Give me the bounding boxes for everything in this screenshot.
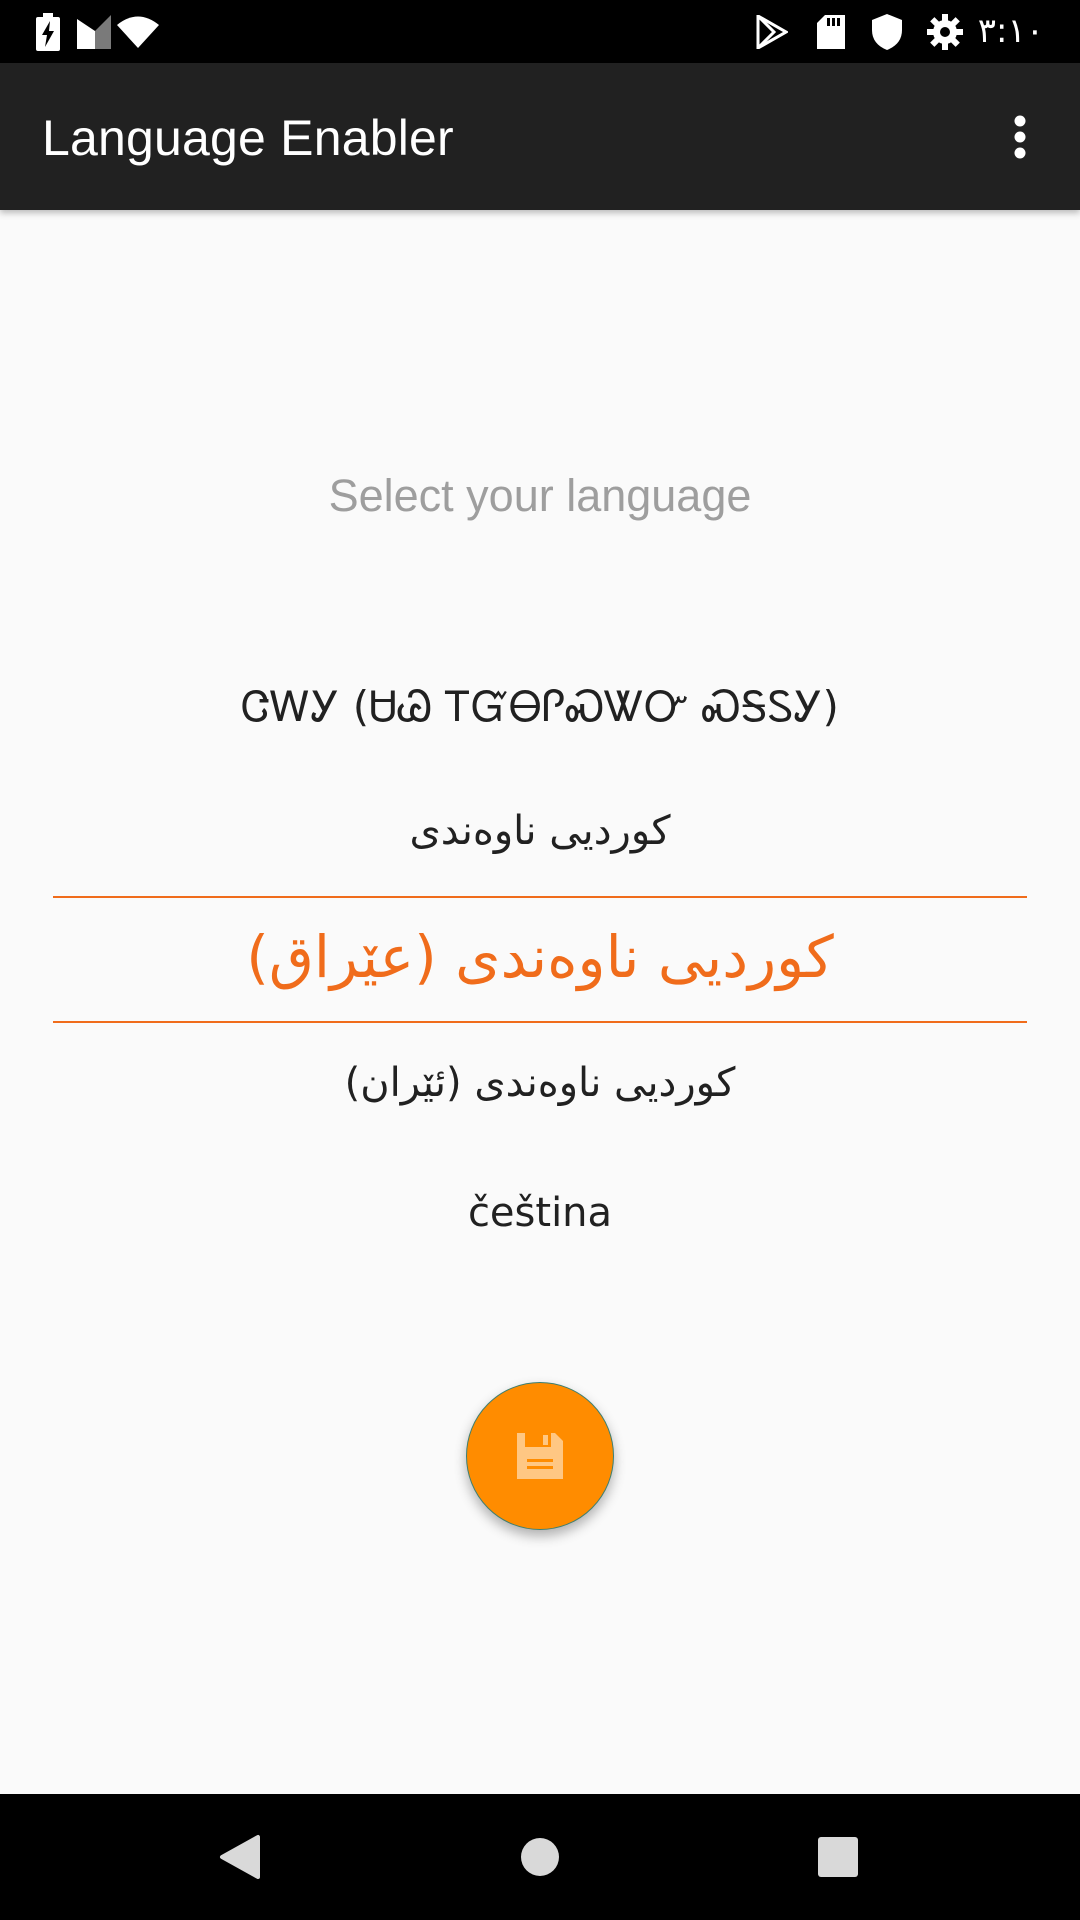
picker-divider-top	[53, 896, 1027, 898]
home-button[interactable]	[480, 1794, 600, 1920]
picker-divider-bottom	[53, 1021, 1027, 1023]
floppy-save-icon	[517, 1433, 563, 1479]
status-time: ٣:١٠	[977, 11, 1044, 51]
back-icon	[220, 1835, 260, 1879]
language-option[interactable]: čeština	[0, 1190, 1080, 1236]
app-title: Language Enabler	[42, 110, 454, 166]
home-icon	[521, 1838, 559, 1876]
screen: ٣:١٠ Language Enabler Select your langua…	[0, 0, 1080, 1920]
wifi-icon	[116, 0, 160, 63]
language-option[interactable]: ᏣᎳᎩ (ᏌᏊ ᎢᏳᎾᎵᏍᏔᏅ ᏍᎦᏚᎩ)	[0, 682, 1080, 732]
save-button[interactable]	[466, 1382, 614, 1530]
sd-card-icon	[814, 0, 848, 63]
recents-button[interactable]	[778, 1794, 898, 1920]
settings-gear-icon	[926, 0, 964, 63]
language-option[interactable]: کوردیی ناوەندی (ئێران)	[0, 1060, 1080, 1106]
more-vert-icon	[1014, 115, 1026, 159]
language-picker[interactable]: ᏣᎳᎩ (ᏌᏊ ᎢᏳᎾᎵᏍᏔᏅ ᏍᎦᏚᎩ) کوردیی ناوەندی کور…	[0, 650, 1080, 1250]
navigation-bar	[0, 1794, 1080, 1920]
status-bar: ٣:١٠	[0, 0, 1080, 63]
select-language-prompt: Select your language	[328, 470, 752, 521]
play-store-icon	[754, 0, 790, 63]
recents-icon	[818, 1837, 858, 1877]
battery-charging-icon	[32, 0, 64, 63]
cell-signal-icon	[76, 0, 112, 63]
language-option-selected[interactable]: کوردیی ناوەندی (عێراق)	[0, 923, 1080, 991]
more-options-button[interactable]	[982, 99, 1058, 175]
language-option[interactable]: کوردیی ناوەندی	[0, 808, 1080, 854]
shield-icon	[870, 0, 904, 63]
back-button[interactable]	[180, 1794, 300, 1920]
app-bar: Language Enabler	[0, 63, 1080, 210]
